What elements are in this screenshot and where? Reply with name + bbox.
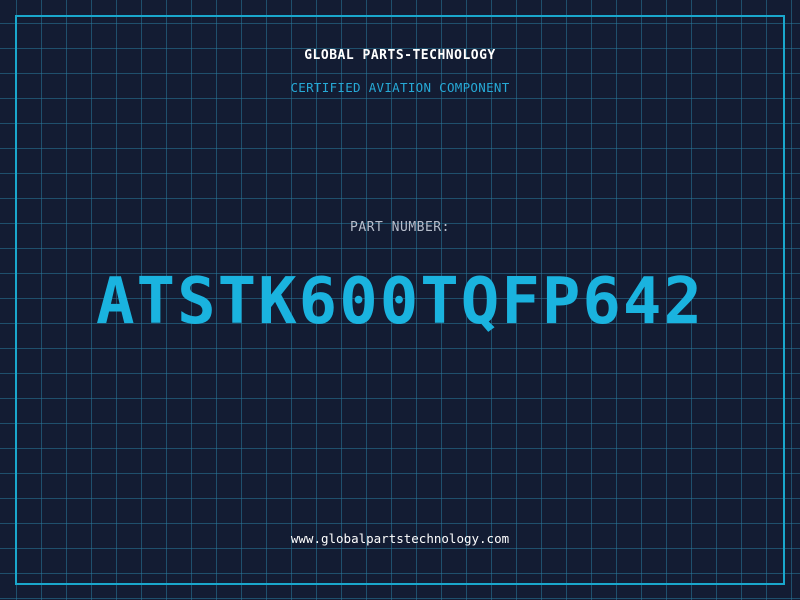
tagline: CERTIFIED AVIATION COMPONENT: [290, 80, 510, 95]
website-url: www.globalpartstechnology.com: [290, 531, 510, 546]
company-name: GLOBAL PARTS-TECHNOLOGY: [304, 48, 496, 63]
part-number-label: PART NUMBER:: [350, 220, 450, 235]
part-number-value: ATSTK600TQFP642: [96, 265, 704, 339]
